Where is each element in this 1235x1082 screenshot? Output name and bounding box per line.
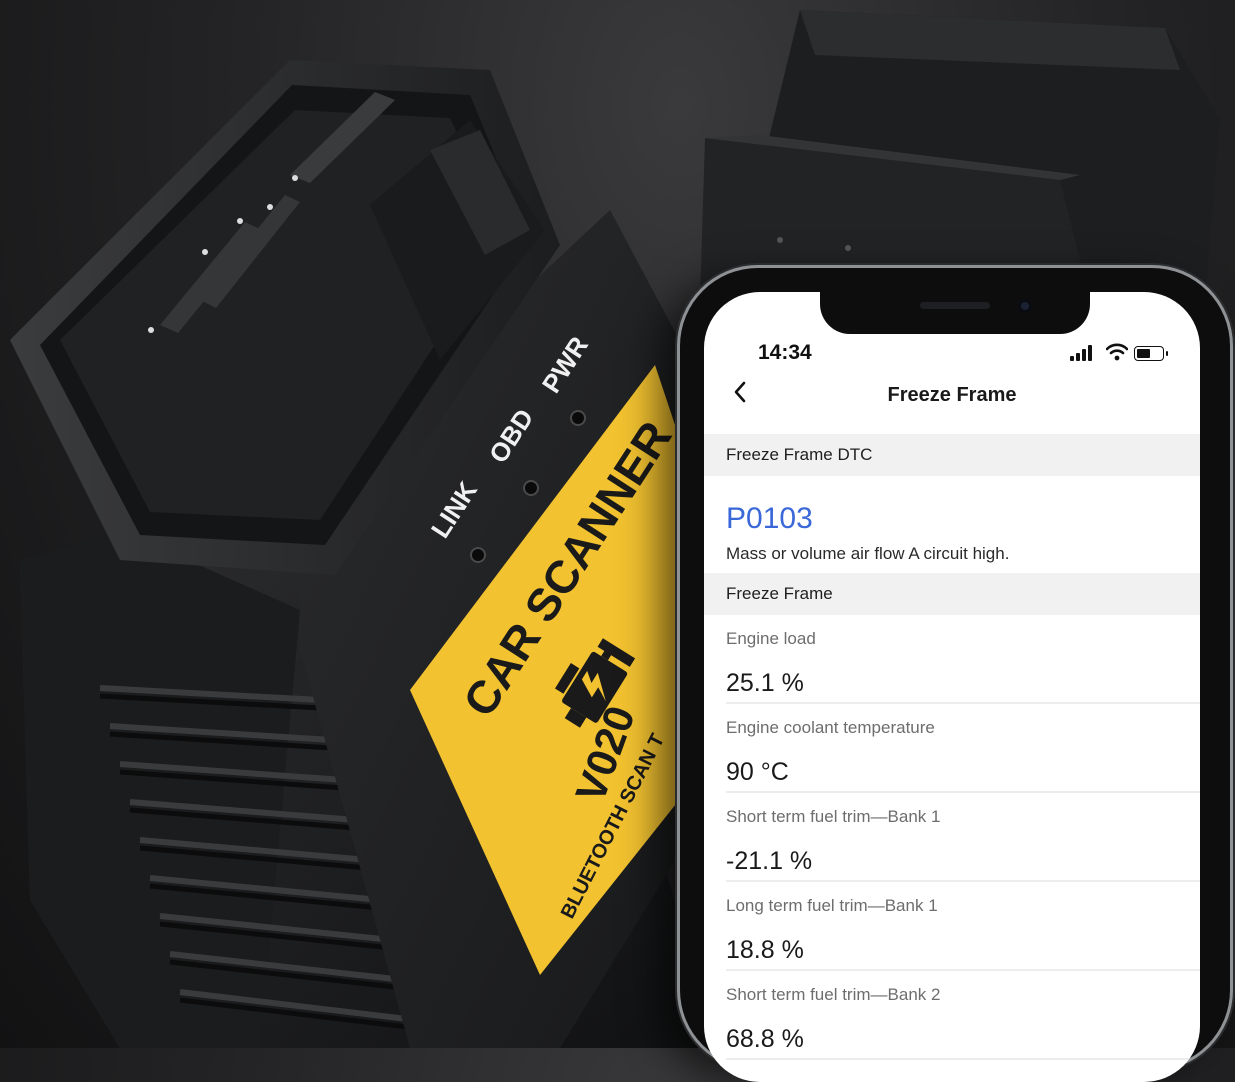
row-value: 18.8 %	[726, 936, 804, 964]
speaker-grille	[920, 302, 990, 309]
phone-screen: 14:34 Freeze Frame Freeze Frame DTC P010…	[704, 292, 1200, 1082]
freeze-frame-section-header: Freeze Frame	[704, 573, 1200, 615]
status-icons	[1070, 343, 1170, 363]
list-item[interactable]: Short term fuel trim—Bank 2 68.8 %	[704, 971, 1200, 1060]
dtc-description: Mass or volume air flow A circuit high.	[726, 544, 1010, 563]
front-camera-icon	[1018, 299, 1032, 313]
list-item[interactable]: Long term fuel trim—Bank 1 18.8 %	[704, 882, 1200, 971]
row-label: Short term fuel trim—Bank 2	[726, 985, 941, 1004]
row-label: Short term fuel trim—Bank 1	[726, 807, 941, 826]
row-value: 90 °C	[726, 758, 789, 786]
cellular-signal-icon	[1070, 345, 1098, 361]
row-label: Long term fuel trim—Bank 1	[726, 896, 938, 915]
page-title: Freeze Frame	[887, 384, 1017, 406]
list-item[interactable]: Engine load 25.1 %	[704, 615, 1200, 704]
list-item[interactable]: Short term fuel trim—Bank 1 -21.1 %	[704, 793, 1200, 882]
row-label: Engine load	[726, 629, 816, 648]
status-time: 14:34	[758, 341, 812, 364]
phone-notch	[820, 292, 1090, 334]
dtc-section-header: Freeze Frame DTC	[704, 434, 1200, 476]
divider	[726, 1058, 1200, 1060]
smartphone: 14:34 Freeze Frame Freeze Frame DTC P010…	[680, 268, 1230, 1082]
row-value: 68.8 %	[726, 1025, 804, 1053]
dtc-code[interactable]: P0103	[726, 502, 813, 536]
row-value: 25.1 %	[726, 669, 804, 697]
list-item[interactable]: Engine coolant temperature 90 °C	[704, 704, 1200, 793]
secondary-scanner	[700, 10, 1220, 300]
battery-icon	[1134, 346, 1168, 361]
row-label: Engine coolant temperature	[726, 718, 935, 737]
row-value: -21.1 %	[726, 847, 813, 875]
nav-bar: Freeze Frame	[704, 378, 1200, 418]
wifi-icon	[1106, 343, 1128, 361]
main-scanner	[10, 60, 720, 1048]
